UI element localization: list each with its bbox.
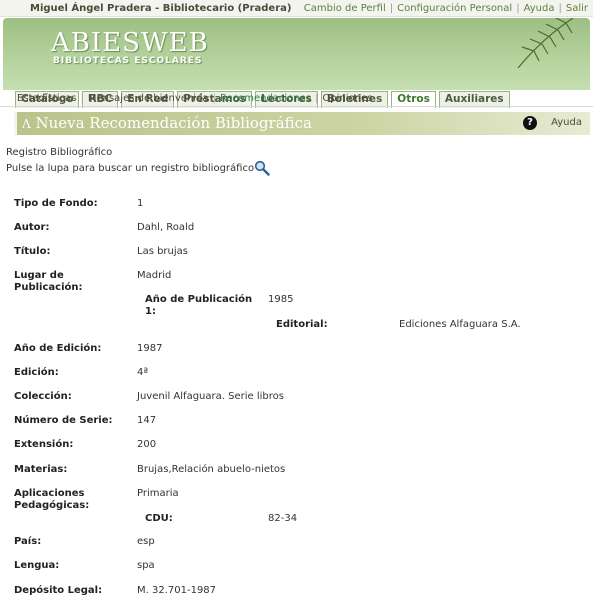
value-deposito-legal: M. 32.701-1987 [137, 585, 217, 596]
value-pais: esp [137, 536, 155, 547]
link-salir[interactable]: Salir [566, 3, 588, 14]
label-anio-edicion: Año de Edición: [14, 343, 102, 354]
value-autor: Dahl, Roald [137, 222, 195, 233]
value-editorial: Ediciones Alfaguara S.A. [399, 319, 521, 330]
value-cdu: 82-34 [268, 513, 298, 524]
help-link[interactable]: Ayuda [551, 117, 582, 128]
label-autor: Autor: [14, 222, 50, 233]
value-aplicaciones-pedagogicas: Primaria [137, 488, 179, 499]
fern-leaf-icon [517, 18, 574, 68]
value-extension: 200 [137, 439, 157, 450]
value-edicion: 4ª [137, 367, 149, 378]
page-title-bar: Λ Nueva Recomendación Bibliográfica ? Ay… [14, 112, 590, 135]
value-lengua: spa [137, 560, 155, 571]
link-configuracion-personal[interactable]: Configuración Personal [397, 3, 512, 14]
label-editorial: Editorial: [276, 319, 328, 330]
value-anio-publicacion: 1985 [268, 294, 294, 305]
registry-label: Registro Bibliográfico [6, 147, 113, 158]
link-ayuda[interactable]: Ayuda [524, 3, 555, 14]
label-cdu: CDU: [145, 513, 173, 524]
label-deposito-legal: Depósito Legal: [14, 585, 103, 596]
logo-name: ABIESWEB [51, 28, 209, 58]
sub-tabs: Estadísticas | Mensajes de bienvenida | Re… [0, 90, 593, 107]
label-materias: Materias: [14, 464, 68, 475]
abiesweb-logo: ABIESWEB BIBLIOTECAS ESCOLARES [51, 30, 209, 66]
magnifier-search-icon[interactable] [254, 160, 270, 176]
label-tipo-fondo: Tipo de Fondo: [14, 198, 98, 209]
header-banner: ABIESWEB BIBLIOTECAS ESCOLARES Catálogo … [3, 18, 590, 108]
value-materias: Brujas,Relación abuelo-nietos [137, 464, 286, 475]
label-coleccion: Colección: [14, 391, 72, 402]
label-pais: País: [14, 536, 42, 547]
page-title: Λ Nueva Recomendación Bibliográfica [22, 114, 312, 132]
label-edicion: Edición: [14, 367, 59, 378]
registry-section: Registro Bibliográfico Pulse la lupa par… [6, 145, 270, 176]
subtab-opiniones[interactable]: Opiniones [322, 93, 372, 104]
value-titulo: Las brujas [137, 246, 189, 257]
value-anio-edicion: 1987 [137, 343, 163, 354]
label-titulo: Título: [14, 246, 51, 257]
subtab-estadisticas[interactable]: Estadísticas [17, 93, 76, 104]
link-cambio-perfil[interactable]: Cambio de Perfil [304, 3, 386, 14]
value-coleccion: Juvenil Alfaguara. Serie libros [137, 391, 284, 402]
label-extension: Extensión: [14, 439, 74, 450]
value-numero-serie: 147 [137, 415, 157, 426]
label-aplicaciones-pedagogicas: Aplicaciones Pedagógicas: [14, 488, 90, 511]
top-links: Cambio de Perfil | Configuración Personal |… [303, 3, 588, 14]
help-icon[interactable]: ? [523, 116, 537, 130]
lambda-icon: Λ [22, 117, 31, 131]
label-anio-publicacion: Año de Publicación 1: [145, 294, 253, 317]
label-lugar-publicacion: Lugar de Publicación: [14, 270, 83, 293]
label-lengua: Lengua: [14, 560, 60, 571]
label-numero-serie: Número de Serie: [14, 415, 113, 426]
logo-subtitle: BIBLIOTECAS ESCOLARES [53, 56, 203, 66]
registry-hint: Pulse la lupa para buscar un registro bi… [6, 163, 255, 174]
value-lugar-publicacion: Madrid [137, 270, 172, 281]
subtab-mensajes-bienvenida[interactable]: Mensajes de bienvenida [88, 93, 209, 104]
subtab-recomendaciones[interactable]: Recomendaciones [220, 93, 311, 104]
value-tipo-fondo: 1 [137, 198, 144, 209]
top-user-bar: Miguel Ángel Pradera - Bibliotecario (Pr… [0, 0, 593, 17]
current-user: Miguel Ángel Pradera - Bibliotecario (Pr… [30, 3, 292, 14]
